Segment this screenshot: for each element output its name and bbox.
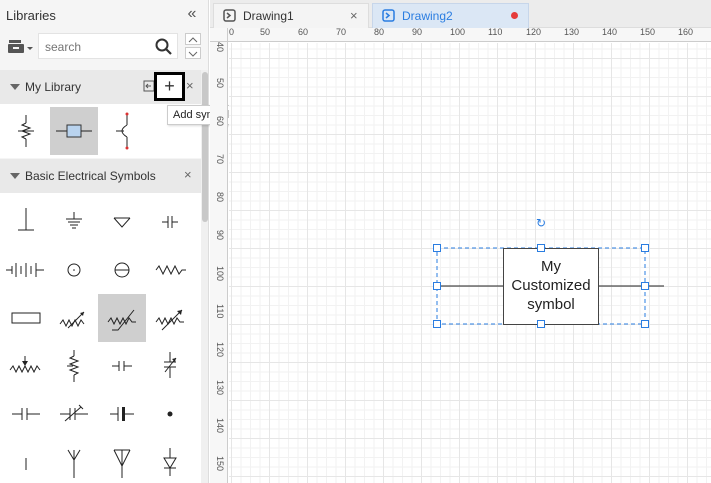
close-my-library-icon[interactable]: ×	[186, 78, 194, 93]
search-box[interactable]	[38, 33, 178, 59]
potentiometer-symbol[interactable]	[2, 342, 50, 390]
trimmer-capacitor-symbol[interactable]	[50, 390, 98, 438]
ruler-corner	[210, 28, 228, 42]
horizontal-ruler: 0 50 60 70 80 90 100 110 120 130 140 150…	[228, 27, 711, 42]
ruler-label: 110	[215, 304, 225, 319]
tab-drawing2-label: Drawing2	[402, 9, 453, 23]
dc-source-symbol[interactable]	[98, 246, 146, 294]
ac-source-symbol[interactable]	[50, 246, 98, 294]
resistor-symbol[interactable]	[146, 246, 194, 294]
my-library-label: My Library	[25, 80, 82, 94]
variable-resistor-symbol[interactable]	[2, 107, 50, 155]
close-tab-icon[interactable]: ×	[350, 4, 358, 28]
expand-triangle-icon[interactable]	[10, 173, 20, 179]
chassis-ground-symbol[interactable]	[50, 198, 98, 246]
resize-handle[interactable]	[433, 320, 441, 328]
switch-symbol[interactable]	[98, 107, 146, 155]
fuse-symbol[interactable]	[2, 294, 50, 342]
document-icon	[382, 9, 395, 22]
ground-symbol[interactable]	[2, 198, 50, 246]
ruler-label: 130	[215, 380, 225, 396]
tapped-resistor-symbol[interactable]	[50, 342, 98, 390]
tab-drawing1-label: Drawing1	[243, 9, 294, 23]
customized-symbol[interactable]	[50, 107, 98, 155]
close-basic-electrical-icon[interactable]: ×	[184, 167, 192, 182]
basic-electrical-header[interactable]: Basic Electrical Symbols ×	[0, 159, 201, 193]
ruler-label: 60	[215, 116, 225, 127]
resize-handle[interactable]	[433, 282, 441, 290]
ruler-label: 120	[215, 342, 225, 358]
ruler-label: 150	[215, 456, 225, 472]
tab-drawing1[interactable]: Drawing1 ×	[213, 3, 369, 28]
resize-handle[interactable]	[433, 244, 441, 252]
document-icon	[223, 9, 236, 22]
nonpolarized-capacitor-symbol[interactable]	[2, 390, 50, 438]
tab-drawing2[interactable]: Drawing2	[372, 3, 529, 28]
library-scrollbar-thumb[interactable]	[202, 72, 208, 222]
resize-handle[interactable]	[641, 282, 649, 290]
ruler-label: 120	[526, 27, 542, 37]
ruler-label: 50	[260, 27, 271, 37]
plus-icon: +	[164, 76, 175, 96]
basic-electrical-label: Basic Electrical Symbols	[25, 169, 156, 183]
customized-symbol-text: My Customized symbol	[511, 258, 591, 313]
resize-handle[interactable]	[641, 244, 649, 252]
variable-capacitor-symbol[interactable]	[146, 342, 194, 390]
vertical-ruler: 40 50 60 70 80 90 100 110 120 130 140 15…	[210, 42, 228, 483]
ruler-label: 80	[215, 192, 225, 203]
ruler-label: 150	[640, 27, 656, 37]
ruler-label: 140	[215, 418, 225, 434]
ruler-label: 100	[215, 266, 225, 282]
unsaved-indicator	[511, 12, 518, 19]
signal-ground-symbol[interactable]	[98, 198, 146, 246]
capacitor-symbol[interactable]	[146, 198, 194, 246]
ruler-label: 90	[215, 230, 225, 241]
libraries-title: Libraries	[6, 8, 56, 23]
libraries-panel: Libraries « My Library + ×	[0, 0, 209, 483]
drawing-canvas[interactable]: My Customized symbol ↻	[229, 43, 711, 483]
customized-symbol-shape[interactable]: My Customized symbol	[503, 248, 599, 325]
junction-dot-symbol[interactable]	[146, 390, 194, 438]
electrolytic-capacitor-symbol[interactable]	[98, 390, 146, 438]
photoresistor-symbol[interactable]	[50, 294, 98, 342]
tab-bar: Drawing1 × Drawing2	[210, 0, 711, 28]
ruler-label: 40	[215, 42, 225, 53]
ruler-label: 140	[602, 27, 618, 37]
resize-handle[interactable]	[641, 320, 649, 328]
ruler-label: 130	[564, 27, 580, 37]
basic-electrical-symbols	[0, 193, 201, 483]
ruler-label: 110	[488, 27, 503, 37]
add-symbols-button[interactable]: +	[154, 72, 185, 101]
ruler-label: 70	[215, 154, 225, 165]
ruler-label: 70	[336, 27, 347, 37]
ruler-label: 90	[412, 27, 423, 37]
ruler-label: 60	[298, 27, 309, 37]
battery-symbol[interactable]	[2, 246, 50, 294]
scroll-up-button[interactable]	[185, 33, 201, 45]
search-icon[interactable]	[155, 38, 173, 56]
selection-frame	[436, 247, 664, 325]
terminal-symbol[interactable]	[2, 438, 50, 483]
diode-symbol[interactable]	[146, 438, 194, 483]
collapse-panel-icon[interactable]: «	[183, 5, 201, 23]
ruler-label: 80	[374, 27, 385, 37]
my-library-header[interactable]: My Library + ×	[0, 70, 201, 104]
resize-handle[interactable]	[537, 244, 545, 252]
expand-triangle-icon[interactable]	[10, 84, 20, 90]
rotate-icon[interactable]: ↻	[536, 217, 548, 229]
antenna-symbol[interactable]	[50, 438, 98, 483]
dipole-antenna-symbol[interactable]	[98, 438, 146, 483]
polarized-capacitor-symbol[interactable]	[98, 342, 146, 390]
ruler-label: 0	[229, 27, 235, 37]
library-scrollbar[interactable]	[201, 70, 208, 483]
varistor-symbol[interactable]	[98, 294, 146, 342]
ruler-label: 100	[450, 27, 466, 37]
resize-handle[interactable]	[537, 320, 545, 328]
library-menu-icon[interactable]	[8, 38, 34, 56]
search-input[interactable]	[45, 38, 149, 56]
ruler-label: 50	[215, 78, 225, 89]
adjustable-resistor-symbol[interactable]	[146, 294, 194, 342]
scroll-down-button[interactable]	[185, 47, 201, 59]
ruler-label: 160	[678, 27, 694, 37]
